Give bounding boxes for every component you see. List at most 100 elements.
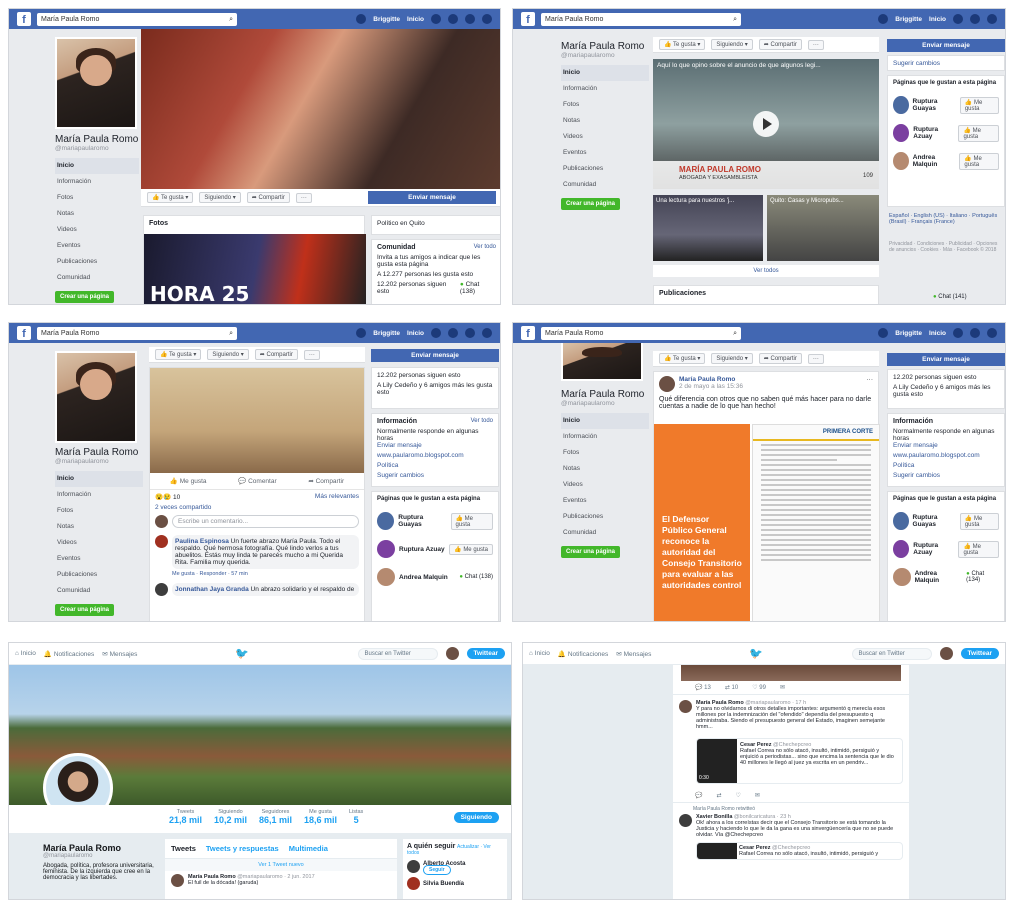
nav-publicaciones[interactable]: Publicaciones (55, 567, 143, 583)
search-icon[interactable]: ⌕ (733, 13, 737, 26)
nav-eventos[interactable]: Eventos (55, 238, 139, 254)
page-name[interactable]: Ruptura Azuay (913, 542, 954, 556)
post-share-button[interactable]: ➦ Compartir (308, 477, 344, 485)
more-button[interactable]: ··· (295, 192, 312, 203)
nav-fotos[interactable]: Fotos (55, 503, 143, 519)
tab-media[interactable]: Multimedia (289, 844, 328, 853)
author-avatar[interactable] (659, 376, 675, 392)
nav-videos[interactable]: Videos (561, 477, 649, 493)
page-avatar[interactable] (377, 568, 395, 586)
language-links[interactable]: Español · English (US) · Italiano · Port… (889, 213, 1003, 225)
friends-icon[interactable] (431, 328, 441, 338)
nav-inicio[interactable]: Inicio (55, 471, 143, 487)
video-thumb-2[interactable]: Quito: Casas y Micropubs... (767, 195, 879, 261)
avatar[interactable] (878, 328, 889, 338)
post-photo[interactable] (150, 368, 364, 473)
more-button[interactable]: ··· (807, 39, 824, 50)
avatar[interactable] (407, 877, 420, 890)
like-icon[interactable]: ♡ (736, 792, 741, 799)
page-name[interactable]: Ruptura Azuay (399, 546, 445, 553)
facebook-logo-icon[interactable]: f (17, 326, 31, 340)
invite-friends[interactable]: Invita a tus amigos a indicar que les gu… (377, 254, 496, 268)
video-thumb-1[interactable]: Una lectura para nuestros 'j... (653, 195, 763, 261)
tw-notif-link[interactable]: 🔔 Notificaciones (558, 650, 608, 658)
profile-photo[interactable] (55, 351, 137, 443)
suggest-changes-link[interactable]: Sugerir cambios (377, 472, 493, 479)
send-message-button[interactable]: Enviar mensaje (887, 353, 1005, 366)
pinned-tweet[interactable]: María Paula Romo @mariapaularomo · 2 jun… (165, 871, 397, 890)
nav-publicaciones[interactable]: Publicaciones (55, 254, 139, 270)
nav-publicaciones[interactable]: Publicaciones (561, 161, 649, 177)
send-message-link[interactable]: Enviar mensaje (377, 442, 493, 449)
see-all-link[interactable]: Ver todo (474, 244, 496, 250)
reply-icon[interactable]: 💬 (695, 792, 702, 799)
page-like-button[interactable]: 👍 Me gusta (450, 512, 493, 530)
home-link[interactable]: Inicio (407, 16, 424, 23)
follow-button[interactable]: Siguiendo ▾ (711, 353, 753, 364)
page-avatar[interactable] (893, 512, 909, 530)
search-input[interactable]: María Paula Romo ⌕ (541, 12, 741, 26)
create-page-button[interactable]: Crear una página (55, 604, 115, 616)
messages-icon[interactable] (448, 328, 458, 338)
commenter-avatar[interactable] (155, 535, 168, 548)
facebook-logo-icon[interactable]: f (17, 12, 31, 26)
category-label[interactable]: Político en Quito (377, 220, 425, 227)
nav-videos[interactable]: Videos (55, 222, 139, 238)
home-link[interactable]: Inicio (929, 330, 946, 337)
notifications-icon[interactable] (987, 14, 997, 24)
post-like-button[interactable]: 👍 Me gusta (170, 477, 207, 485)
stat-followers[interactable]: Seguidores 86,1 mil (259, 809, 292, 825)
website-link[interactable]: www.paularomo.blogspot.com (377, 452, 493, 459)
more-button[interactable]: ··· (303, 349, 320, 360)
dm-icon[interactable]: ✉ (755, 792, 760, 799)
follow-button[interactable]: Siguiendo ▾ (207, 349, 249, 360)
chat-status[interactable]: ● Chat (141) (933, 294, 967, 300)
notifications-icon[interactable] (465, 328, 475, 338)
tw-profile-name[interactable]: María Paula Romo (43, 843, 159, 853)
reply-icon[interactable]: 💬 13 (695, 684, 711, 691)
tab-tweets-replies[interactable]: Tweets y respuestas (206, 844, 279, 853)
avatar[interactable] (679, 700, 692, 713)
profile-photo[interactable] (561, 343, 643, 381)
avatar[interactable] (356, 14, 367, 24)
nav-fotos[interactable]: Fotos (561, 97, 649, 113)
commenter-name[interactable]: Paulina Espinosa (175, 538, 229, 545)
tw-messages-link[interactable]: ✉ Mensajes (616, 650, 651, 658)
nav-videos[interactable]: Videos (55, 535, 143, 551)
page-avatar[interactable] (377, 540, 395, 558)
like-button[interactable]: 👍 Te gusta ▾ (155, 349, 202, 360)
page-avatar[interactable] (893, 124, 910, 142)
tw-profile-handle[interactable]: @mariapaularomo (43, 853, 159, 859)
suggestion-name[interactable]: Silvia Buendía (423, 881, 464, 887)
featured-video[interactable]: Aquí lo que opino sobre el anuncio de qu… (653, 59, 879, 189)
tw-search-input[interactable]: Buscar en Twitter (851, 647, 932, 660)
quoted-tweet[interactable]: 0:30 Cesar Perez @Chechepcreo Rafael Corr… (696, 738, 903, 784)
user-link[interactable]: Briggitte (895, 16, 922, 23)
video-title[interactable]: Aquí lo que opino sobre el anuncio de qu… (657, 62, 821, 69)
nav-informacion[interactable]: Información (55, 487, 143, 503)
comment-actions[interactable]: Me gusta · Responder · 57 min (172, 571, 359, 577)
page-avatar[interactable] (893, 96, 909, 114)
nav-notas[interactable]: Notas (561, 113, 649, 129)
page-name[interactable]: Ruptura Azuay (913, 126, 954, 140)
follow-button[interactable]: Siguiendo ▾ (711, 39, 753, 50)
avatar[interactable] (878, 14, 889, 24)
avatar[interactable] (407, 860, 420, 873)
like-button[interactable]: 👍 Te gusta ▾ (659, 39, 706, 50)
search-icon[interactable]: ⌕ (229, 13, 233, 26)
nav-publicaciones[interactable]: Publicaciones (561, 509, 649, 525)
page-name[interactable]: Andrea Malquin (399, 574, 448, 581)
user-link[interactable]: Briggitte (895, 330, 922, 337)
chat-status[interactable]: ● Chat (134) (966, 571, 999, 583)
nav-inicio[interactable]: Inicio (561, 65, 649, 81)
create-page-button[interactable]: Crear una página (55, 291, 115, 303)
tweet-button[interactable]: Twittear (960, 648, 999, 659)
nav-inicio[interactable]: Inicio (55, 158, 139, 174)
page-like-button[interactable]: 👍 Me gusta (959, 512, 999, 530)
nav-fotos[interactable]: Fotos (55, 190, 139, 206)
photo-hora25[interactable]: HORA 25 (144, 234, 366, 304)
tweet-media[interactable] (681, 665, 901, 681)
search-input[interactable]: María Paula Romo ⌕ (541, 326, 741, 340)
see-all-link[interactable]: Ver todo (471, 418, 493, 424)
avatar[interactable] (445, 647, 459, 660)
